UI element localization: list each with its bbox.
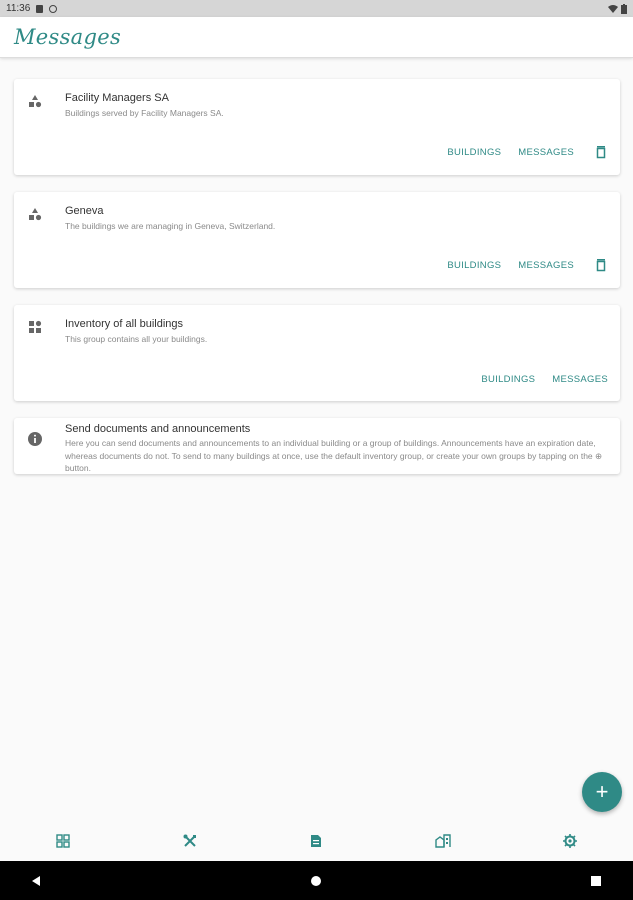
group-description: The buildings we are managing in Geneva,… bbox=[65, 221, 276, 231]
home-icon bbox=[311, 875, 321, 886]
dashboard-icon bbox=[56, 834, 70, 848]
nav-settings[interactable] bbox=[558, 829, 582, 853]
info-icon bbox=[28, 432, 42, 446]
back-button[interactable] bbox=[28, 873, 44, 889]
group-card-inventory[interactable]: Inventory of all buildings This group co… bbox=[14, 305, 620, 401]
group-description: Buildings served by Facility Managers SA… bbox=[65, 108, 224, 118]
group-title: Geneva bbox=[65, 205, 104, 217]
info-title: Send documents and announcements bbox=[65, 423, 251, 435]
battery-icon bbox=[621, 3, 627, 14]
nav-tools[interactable] bbox=[178, 829, 202, 853]
nav-buildings[interactable] bbox=[431, 829, 455, 853]
group-title: Inventory of all buildings bbox=[65, 318, 184, 330]
recents-button[interactable] bbox=[588, 873, 604, 889]
info-description: Here you can send documents and announce… bbox=[65, 438, 603, 473]
inventory-icon bbox=[29, 320, 42, 333]
settings-icon bbox=[562, 834, 577, 848]
status-bar: 11:36 bbox=[0, 0, 633, 17]
sync-icon bbox=[49, 4, 58, 13]
sim-icon bbox=[36, 4, 44, 13]
buildings-button[interactable]: BUILDINGS bbox=[481, 374, 535, 385]
shapes-icon bbox=[29, 208, 42, 221]
messages-button[interactable]: MESSAGES bbox=[518, 147, 574, 158]
info-card: Send documents and announcements Here yo… bbox=[14, 418, 620, 474]
group-title: Facility Managers SA bbox=[65, 92, 169, 104]
messages-button[interactable]: MESSAGES bbox=[552, 374, 608, 385]
wifi-icon bbox=[608, 4, 618, 13]
add-icon: + bbox=[595, 779, 609, 804]
messages-button[interactable]: MESSAGES bbox=[518, 260, 574, 271]
group-actions: BUILDINGS MESSAGES bbox=[464, 374, 608, 385]
recents-icon bbox=[591, 875, 601, 886]
buildings-button[interactable]: BUILDINGS bbox=[447, 147, 501, 158]
back-icon bbox=[32, 875, 40, 886]
group-card-facility-managers[interactable]: Facility Managers SA Buildings served by… bbox=[14, 79, 620, 175]
add-group-button[interactable]: + bbox=[582, 772, 622, 812]
status-time: 11:36 bbox=[6, 3, 31, 14]
group-description: This group contains all your buildings. bbox=[65, 334, 208, 344]
delete-icon[interactable] bbox=[594, 258, 608, 272]
app-bar: Messages bbox=[0, 17, 633, 58]
group-card-geneva[interactable]: Geneva The buildings we are managing in … bbox=[14, 192, 620, 288]
group-actions: BUILDINGS MESSAGES bbox=[430, 258, 608, 272]
nav-dashboard[interactable] bbox=[51, 829, 75, 853]
delete-icon[interactable] bbox=[594, 145, 608, 159]
bottom-nav bbox=[0, 821, 633, 861]
buildings-button[interactable]: BUILDINGS bbox=[447, 260, 501, 271]
group-list: Facility Managers SA Buildings served by… bbox=[14, 79, 620, 474]
page-title: Messages bbox=[14, 25, 122, 49]
document-icon bbox=[311, 835, 322, 847]
buildings-icon bbox=[435, 834, 451, 848]
group-actions: BUILDINGS MESSAGES bbox=[430, 145, 608, 159]
home-button[interactable] bbox=[308, 873, 324, 889]
shapes-icon bbox=[29, 95, 42, 108]
tools-icon bbox=[183, 834, 196, 847]
system-nav-bar bbox=[0, 861, 633, 900]
nav-messages[interactable] bbox=[304, 829, 328, 853]
